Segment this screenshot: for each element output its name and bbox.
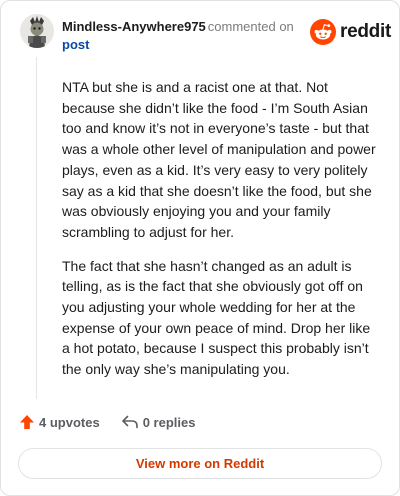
comment-paragraph: NTA but she is and a racist one at that.… [62,79,376,240]
comment-meta: Mindless-Anywhere975 commented on post [62,18,302,54]
post-link[interactable]: post [62,36,302,54]
reddit-wordmark: reddit [340,21,391,42]
reply-count: 0 replies [142,414,196,430]
comment-action-text: commented on [207,19,294,34]
comment-paragraph: The fact that she hasn’t changed as an a… [62,257,371,378]
username[interactable]: Mindless-Anywhere975 [62,19,206,34]
upvotes[interactable]: 4 upvotes [19,414,100,430]
comment-footer: 4 upvotes 0 replies [19,414,195,430]
avatar[interactable] [20,14,54,48]
reddit-comment-card: Mindless-Anywhere975 commented on post re… [0,0,400,496]
reddit-snoo-icon [310,19,336,45]
replies[interactable]: 0 replies [121,414,196,430]
comment-body: NTA but she is and a racist one at that.… [62,77,380,393]
avatar-image [20,14,54,48]
reply-arrow-icon [121,415,138,429]
upvote-count: 4 upvotes [39,414,100,430]
upvote-arrow-icon [20,415,34,429]
thread-line [36,57,37,399]
view-more-button[interactable]: View more on Reddit [18,448,382,479]
reddit-logo[interactable]: reddit [310,19,391,45]
